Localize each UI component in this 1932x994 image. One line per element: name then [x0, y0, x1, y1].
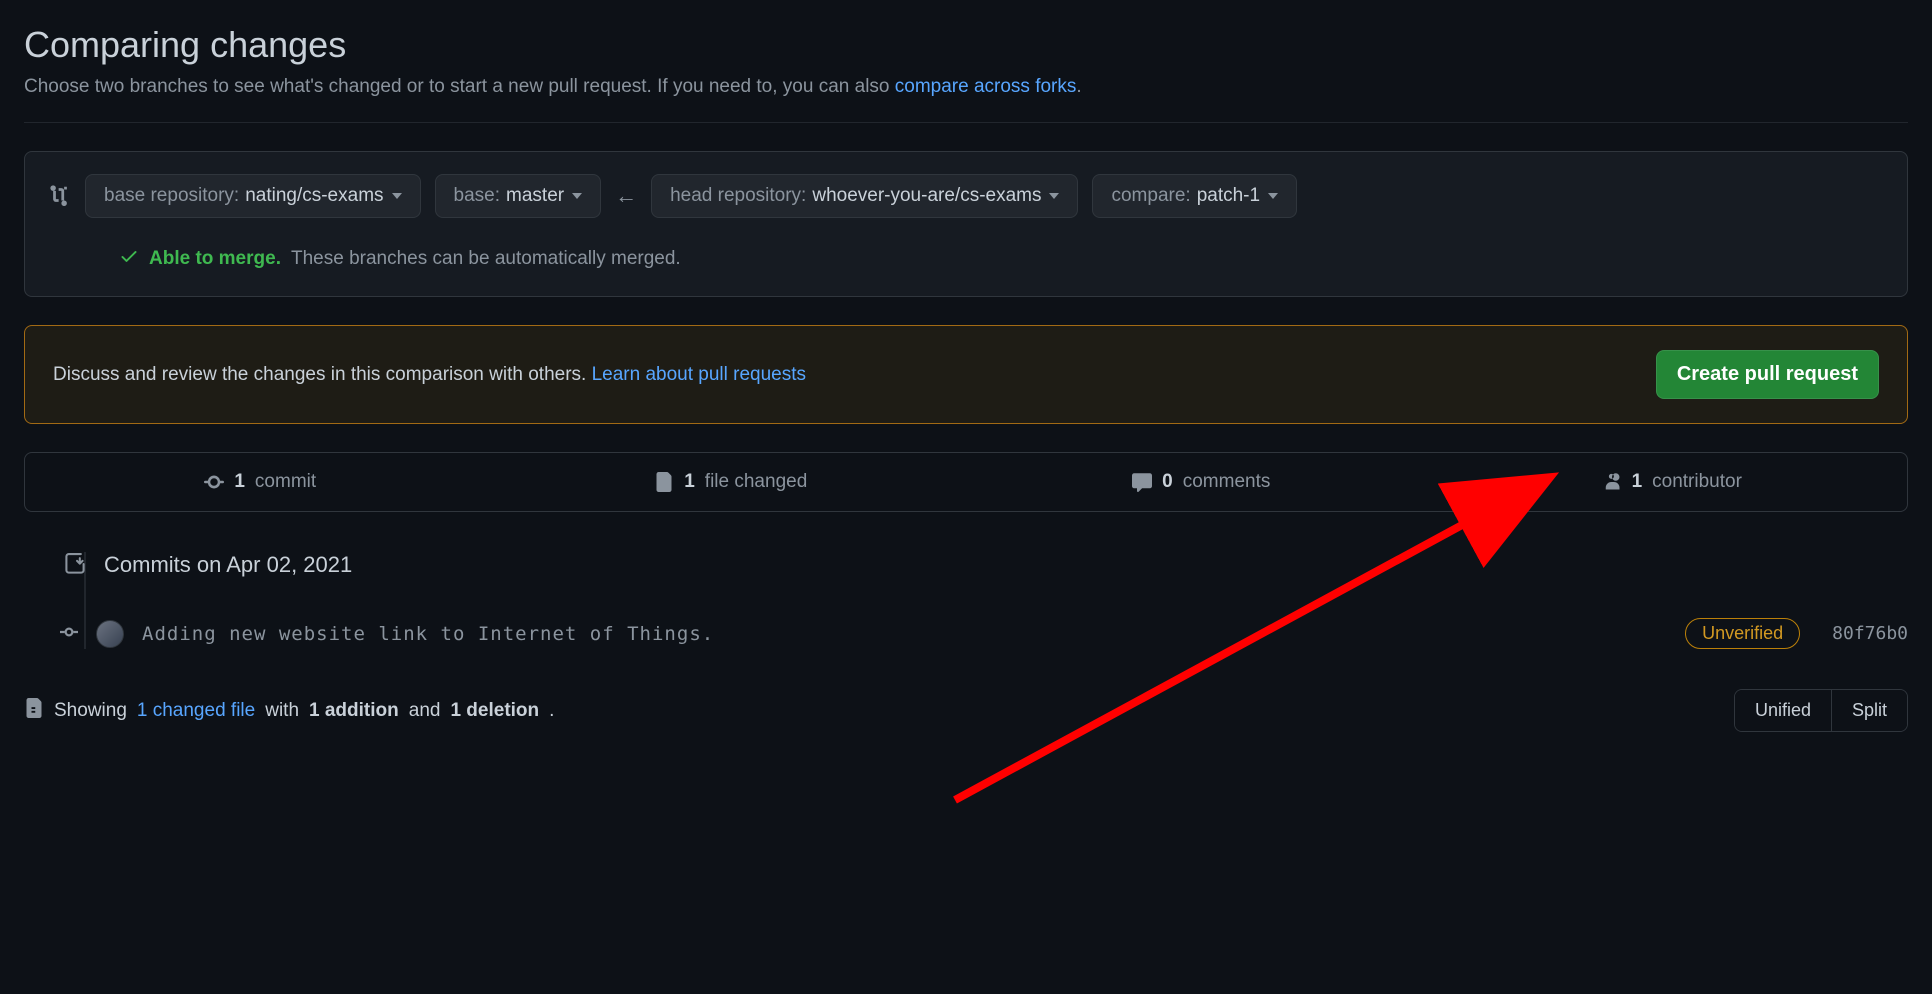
head-repo-value: whoever-you-are/cs-exams — [812, 185, 1041, 207]
contributors-count: 1 — [1632, 471, 1643, 493]
commits-timeline: Commits on Apr 02, 2021 Adding new websi… — [24, 552, 1908, 649]
commit-row: Adding new website link to Internet of T… — [64, 618, 1908, 649]
check-icon — [119, 246, 139, 272]
arrow-left-icon: ← — [615, 183, 637, 209]
base-branch-dropdown[interactable]: base: master — [435, 174, 602, 218]
compare-forks-link[interactable]: compare across forks — [895, 76, 1077, 97]
compare-value: patch-1 — [1197, 185, 1260, 207]
stat-commits[interactable]: 1 commit — [25, 453, 496, 511]
caret-down-icon — [392, 193, 402, 199]
diff-summary: Showing 1 changed file with 1 addition a… — [24, 698, 554, 724]
compare-branch-dropdown[interactable]: compare: patch-1 — [1092, 174, 1297, 218]
period: . — [549, 700, 554, 722]
create-pr-button[interactable]: Create pull request — [1656, 350, 1879, 399]
deletions-text: 1 deletion — [450, 700, 539, 722]
base-repo-label: base repository: — [104, 185, 239, 207]
file-diff-icon — [24, 698, 44, 724]
commits-label: commit — [255, 471, 316, 493]
avatar[interactable] — [96, 620, 124, 648]
stat-comments[interactable]: 0 comments — [966, 453, 1437, 511]
learn-pr-link[interactable]: Learn about pull requests — [592, 364, 806, 385]
repo-push-icon — [64, 553, 86, 578]
commit-sha[interactable]: 80f76b0 — [1832, 623, 1908, 644]
diff-view-toggle: Unified Split — [1734, 689, 1908, 732]
base-value: master — [506, 185, 564, 207]
with-text: with — [265, 700, 299, 722]
additions-text: 1 addition — [309, 700, 399, 722]
caret-down-icon — [572, 193, 582, 199]
comments-count: 0 — [1162, 471, 1173, 493]
merge-msg-text: These branches can be automatically merg… — [291, 248, 681, 270]
subtitle-text: Choose two branches to see what's change… — [24, 76, 895, 97]
caret-down-icon — [1268, 193, 1278, 199]
commit-date: Commits on Apr 02, 2021 — [104, 552, 352, 578]
page-subtitle: Choose two branches to see what's change… — [24, 76, 1908, 98]
split-button[interactable]: Split — [1831, 690, 1907, 731]
head-repo-label: head repository: — [670, 185, 806, 207]
compare-box: base repository: nating/cs-exams base: m… — [24, 151, 1908, 297]
divider — [24, 122, 1908, 123]
commit-icon — [60, 623, 78, 644]
discuss-prefix: Discuss and review the changes in this c… — [53, 364, 592, 385]
head-repo-dropdown[interactable]: head repository: whoever-you-are/cs-exam… — [651, 174, 1078, 218]
files-count: 1 — [684, 471, 695, 493]
commit-date-row: Commits on Apr 02, 2021 — [64, 552, 1908, 578]
comments-label: comments — [1183, 471, 1271, 493]
discuss-box: Discuss and review the changes in this c… — [24, 325, 1908, 424]
merge-able-text: Able to merge. — [149, 248, 281, 270]
changed-files-link[interactable]: 1 changed file — [137, 700, 255, 722]
subtitle-suffix: . — [1076, 76, 1081, 97]
contributors-label: contributor — [1652, 471, 1742, 493]
showing-text: Showing — [54, 700, 127, 722]
compare-label: compare: — [1111, 185, 1190, 207]
unified-button[interactable]: Unified — [1735, 690, 1831, 731]
caret-down-icon — [1049, 193, 1059, 199]
branch-selector-row: base repository: nating/cs-exams base: m… — [49, 174, 1883, 218]
base-label: base: — [454, 185, 500, 207]
discuss-text: Discuss and review the changes in this c… — [53, 364, 806, 386]
merge-status: Able to merge. These branches can be aut… — [119, 246, 1883, 272]
stat-files[interactable]: 1 file changed — [496, 453, 967, 511]
commit-message[interactable]: Adding new website link to Internet of T… — [142, 623, 1667, 645]
base-repo-value: nating/cs-exams — [245, 185, 383, 207]
base-repo-dropdown[interactable]: base repository: nating/cs-exams — [85, 174, 421, 218]
footer-row: Showing 1 changed file with 1 addition a… — [24, 689, 1908, 732]
and-text: and — [409, 700, 441, 722]
git-compare-icon — [49, 184, 71, 209]
files-label: file changed — [705, 471, 807, 493]
stat-contributors[interactable]: 1 contributor — [1437, 453, 1908, 511]
commits-count: 1 — [234, 471, 245, 493]
page-title: Comparing changes — [24, 24, 1908, 66]
unverified-badge[interactable]: Unverified — [1685, 618, 1800, 649]
stats-box: 1 commit 1 file changed 0 comments 1 con… — [24, 452, 1908, 512]
